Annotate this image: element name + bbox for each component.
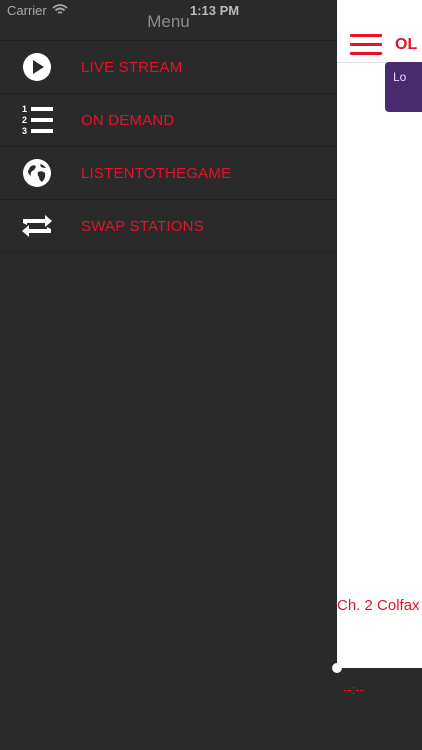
hamburger-menu-icon[interactable] <box>350 34 382 55</box>
menu-title: Menu <box>147 12 190 31</box>
numbered-list-icon: 1 2 3 <box>17 100 57 140</box>
menu-item-on-demand[interactable]: 1 2 3 ON DEMAND <box>0 93 337 146</box>
main-panel[interactable]: OL Lo Ch. 2 Colfax <box>337 0 422 668</box>
menu-label: ON DEMAND <box>81 111 175 129</box>
svg-text:1: 1 <box>22 104 27 114</box>
globe-icon <box>17 153 57 193</box>
menu-item-live-stream[interactable]: LIVE STREAM <box>0 40 337 93</box>
ad-text: Lo <box>393 70 407 84</box>
panel-header: OL <box>337 22 422 63</box>
play-circle-icon <box>17 47 57 87</box>
svg-text:3: 3 <box>22 126 27 136</box>
menu-list: LIVE STREAM 1 2 3 ON DEMAND LISTENTOTHEG… <box>0 40 337 253</box>
channel-label: Ch. 2 Colfax <box>337 597 420 614</box>
panel-title: OL <box>395 36 418 53</box>
scrubber-handle[interactable] <box>332 663 342 673</box>
menu-label: LISTENTOTHEGAME <box>81 164 232 182</box>
menu-divider <box>0 252 337 253</box>
menu-item-swap-stations[interactable]: SWAP STATIONS <box>0 199 337 252</box>
swap-arrows-icon <box>17 206 57 246</box>
menu-label: LIVE STREAM <box>81 58 183 76</box>
menu-item-listentothegame[interactable]: LISTENTOTHEGAME <box>0 146 337 199</box>
menu-label: SWAP STATIONS <box>81 217 204 235</box>
timecode: --:-- <box>343 682 364 697</box>
svg-text:2: 2 <box>22 115 27 125</box>
ad-banner[interactable]: Lo <box>385 62 422 112</box>
